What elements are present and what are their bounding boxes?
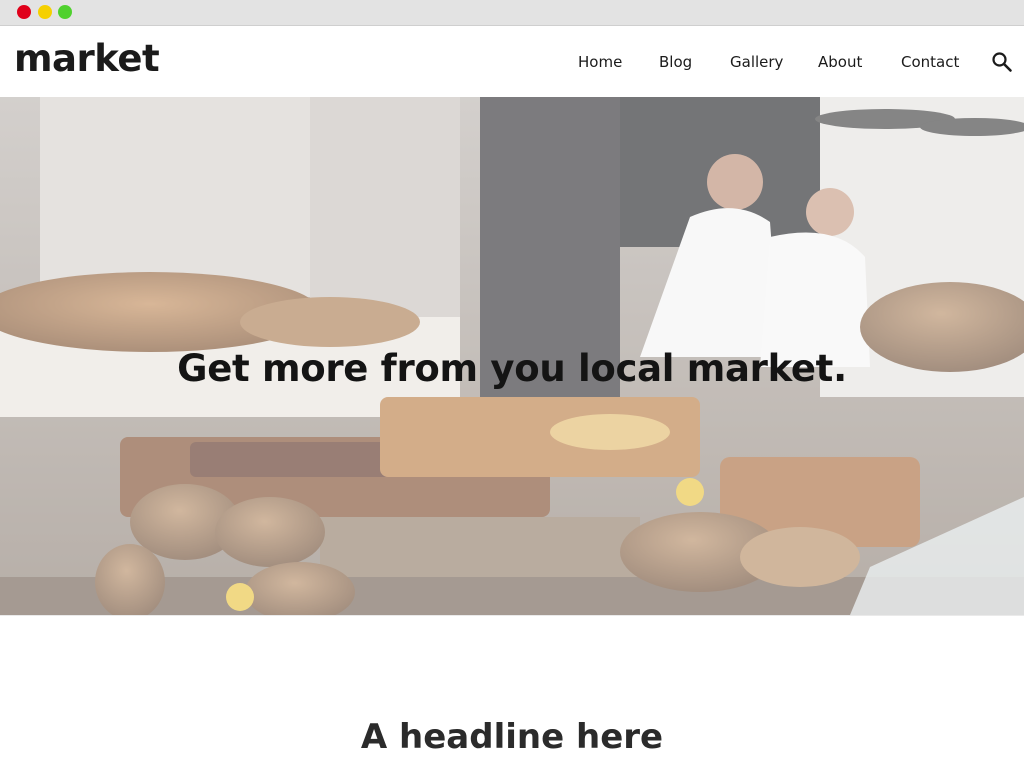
hero-title: Get more from you local market. [177, 347, 847, 390]
maximize-window-button[interactable] [58, 5, 72, 19]
site-header: market Home Blog Gallery About Contact [0, 27, 1024, 97]
nav-about[interactable]: About [818, 53, 862, 71]
content-section: A headline here [0, 615, 1024, 768]
nav-home[interactable]: Home [578, 53, 622, 71]
close-window-button[interactable] [17, 5, 31, 19]
section-headline: A headline here [360, 717, 664, 757]
minimize-window-button[interactable] [38, 5, 52, 19]
browser-titlebar [0, 0, 1024, 26]
main-nav: Home Blog Gallery About Contact [0, 53, 1024, 73]
nav-contact[interactable]: Contact [901, 53, 959, 71]
hero-banner: Get more from you local market. [0, 97, 1024, 615]
search-icon[interactable] [991, 51, 1013, 73]
nav-gallery[interactable]: Gallery [730, 53, 783, 71]
nav-blog[interactable]: Blog [659, 53, 692, 71]
